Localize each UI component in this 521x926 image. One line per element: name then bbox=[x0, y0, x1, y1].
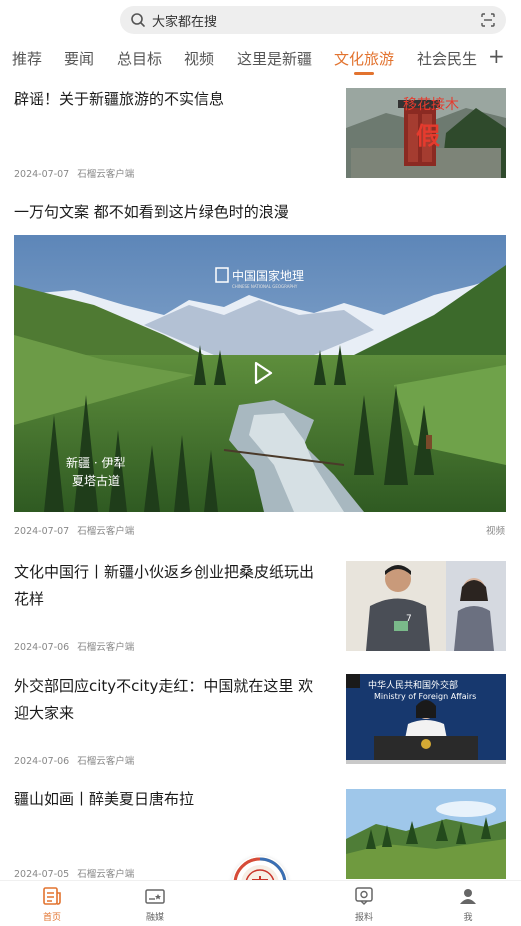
user-icon bbox=[460, 889, 476, 904]
tab-recommend[interactable]: 推荐 bbox=[12, 48, 42, 69]
news-title-line: 外交部回应city不city走红：中国就在这里 欢 bbox=[14, 677, 314, 695]
nav-media[interactable]: 融媒 bbox=[125, 885, 185, 923]
news-date: 2024-07-06 bbox=[14, 642, 70, 653]
news-title-line: 文化中国行丨新疆小伙返乡创业把桑皮纸玩出 bbox=[14, 563, 315, 581]
search-placeholder: 大家都在搜 bbox=[152, 14, 218, 30]
news-thumbnail: 7 bbox=[346, 561, 506, 651]
news-source: 石榴云客户端 bbox=[77, 869, 135, 880]
news-meta: 2024-07-06 石榴云客户端 bbox=[14, 753, 134, 767]
add-channel-icon[interactable]: + bbox=[488, 44, 505, 68]
video-caption-location: 新疆 · 伊犁 bbox=[66, 455, 125, 470]
news-date: 2024-07-06 bbox=[14, 756, 70, 767]
video-caption-trail: 夏塔古道 bbox=[72, 473, 120, 488]
news-title-line: 迎大家来 bbox=[14, 704, 75, 722]
news-date: 2024-07-05 bbox=[14, 869, 70, 880]
bottom-nav: 首页 融媒 报料 我 bbox=[0, 880, 521, 926]
thumb-stamp-text: 移花接木 bbox=[403, 96, 459, 113]
news-meta: 2024-07-07 石榴云客户端 bbox=[14, 523, 134, 537]
media-icon bbox=[145, 889, 165, 904]
news-title: 疆山如画丨醉美夏日唐布拉 bbox=[14, 790, 195, 808]
news-title: 文化中国行丨新疆小伙返乡创业把桑皮纸玩出 花样 bbox=[14, 559, 314, 613]
news-thumbnail: 移花接木 假 bbox=[346, 88, 506, 178]
tab-this-is-xinjiang[interactable]: 这里是新疆 bbox=[237, 48, 312, 69]
thumb-ministry-en-text: Ministry of Foreign Affairs bbox=[374, 692, 476, 701]
news-meta: 2024-07-07 石榴云客户端 bbox=[14, 166, 134, 180]
news-meta: 2024-07-05 石榴云客户端 bbox=[14, 866, 134, 880]
thumb-fake-text: 假 bbox=[416, 122, 440, 150]
news-title: 辟谣！关于新疆旅游的不实信息 bbox=[14, 90, 225, 108]
news-source: 石榴云客户端 bbox=[77, 756, 135, 767]
channel-tabs: 推荐 要闻 总目标 视频 这里是新疆 文化旅游 社会民生 + bbox=[0, 40, 521, 80]
search-icon bbox=[131, 13, 145, 27]
tab-culture-tourism[interactable]: 文化旅游 bbox=[334, 48, 394, 69]
nav-label: 我 bbox=[463, 913, 473, 923]
video-type-tag: 视频 bbox=[485, 526, 505, 537]
nav-label: 报料 bbox=[354, 913, 373, 923]
news-thumbnail: 中华人民共和国外交部 Ministry of Foreign Affairs bbox=[346, 674, 506, 764]
news-date: 2024-07-07 bbox=[14, 526, 70, 537]
news-source: 石榴云客户端 bbox=[77, 169, 135, 180]
active-tab-indicator bbox=[354, 72, 374, 75]
thumb-ministry-text: 中华人民共和国外交部 bbox=[368, 679, 458, 691]
news-source: 石榴云客户端 bbox=[77, 642, 135, 653]
video-logo-subtext: CHINESE NATIONAL GEOGRAPHY bbox=[232, 284, 298, 289]
news-icon bbox=[43, 887, 61, 905]
news-source: 石榴云客户端 bbox=[77, 526, 135, 537]
news-meta: 2024-07-06 石榴云客户端 bbox=[14, 639, 134, 653]
search-input[interactable]: 大家都在搜 bbox=[120, 6, 506, 34]
nav-label: 首页 bbox=[42, 913, 61, 923]
news-title-line: 花样 bbox=[14, 590, 45, 608]
top-search-area: 大家都在搜 bbox=[0, 0, 521, 40]
nav-home[interactable]: 首页 bbox=[22, 885, 82, 923]
tab-general-goal[interactable]: 总目标 bbox=[117, 48, 162, 69]
news-date: 2024-07-07 bbox=[14, 169, 70, 180]
news-title: 一万句文案 都不如看到这片绿色时的浪漫 bbox=[14, 203, 289, 221]
tip-icon bbox=[355, 887, 373, 906]
news-thumbnail bbox=[346, 789, 506, 879]
tab-video[interactable]: 视频 bbox=[184, 48, 214, 69]
news-title: 外交部回应city不city走红：中国就在这里 欢 迎大家来 bbox=[14, 673, 313, 727]
scan-icon[interactable] bbox=[480, 12, 496, 28]
video-logo-text: 中国国家地理 bbox=[232, 268, 304, 283]
nav-me[interactable]: 我 bbox=[438, 885, 498, 923]
tab-society[interactable]: 社会民生 bbox=[417, 48, 477, 69]
nav-label: 融媒 bbox=[145, 913, 164, 923]
nav-tip[interactable]: 报料 bbox=[334, 885, 394, 923]
video-player[interactable]: 中国国家地理 CHINESE NATIONAL GEOGRAPHY 新疆 · 伊… bbox=[14, 235, 506, 512]
tab-headlines[interactable]: 要闻 bbox=[64, 48, 94, 69]
